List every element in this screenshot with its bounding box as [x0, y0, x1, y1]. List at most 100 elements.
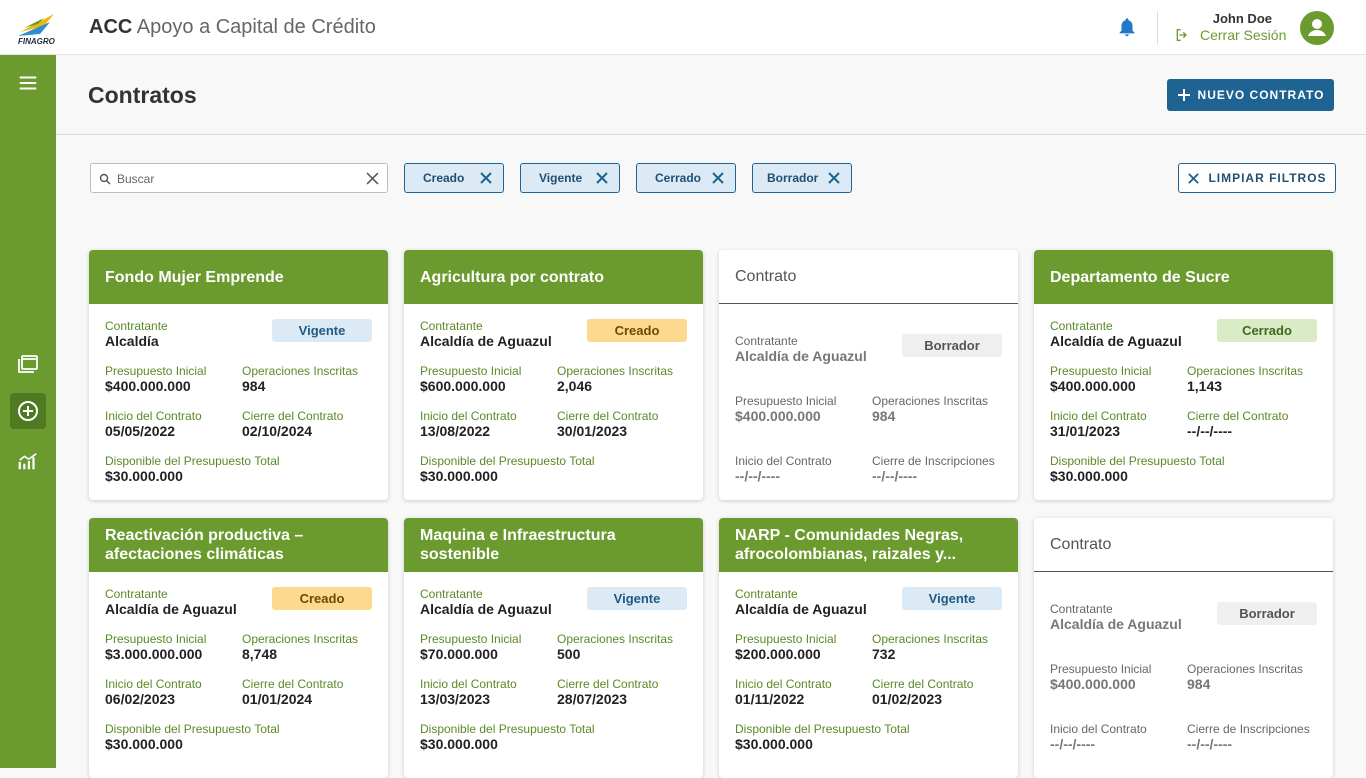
- field-value: 31/01/2023: [1050, 423, 1121, 439]
- disponible-field: Disponible del Presupuesto Total $30.000.…: [1050, 454, 1225, 485]
- avatar[interactable]: [1300, 11, 1334, 45]
- search-input[interactable]: [117, 170, 357, 188]
- card-title: Contrato: [719, 250, 1018, 304]
- presupuesto-field: Presupuesto Inicial $70.000.000: [420, 632, 521, 663]
- field-value: $30.000.000: [105, 736, 183, 752]
- field-label: Inicio del Contrato: [420, 409, 517, 423]
- folders-icon: [18, 355, 38, 373]
- field-value: Alcaldía de Aguazul: [105, 601, 237, 617]
- field-value: $30.000.000: [420, 736, 498, 752]
- clear-search-icon[interactable]: [366, 172, 379, 185]
- card-title: Maquina e Infraestructura sostenible: [404, 518, 703, 572]
- clear-filters-button[interactable]: LIMPIAR FILTROS: [1178, 163, 1336, 193]
- field-value: --/--/----: [872, 468, 918, 484]
- sidebar-item-analytics[interactable]: [10, 443, 46, 479]
- presupuesto-field: Presupuesto Inicial $600.000.000: [420, 364, 521, 395]
- operaciones-field: Operaciones Inscritas 500: [557, 632, 673, 663]
- inicio-field: Inicio del Contrato 31/01/2023: [1050, 409, 1147, 440]
- operaciones-field: Operaciones Inscritas 2,046: [557, 364, 673, 395]
- field-value: $600.000.000: [420, 378, 506, 394]
- card-title: Departamento de Sucre: [1034, 250, 1333, 304]
- close-icon[interactable]: [827, 171, 841, 185]
- field-value: Alcaldía de Aguazul: [735, 601, 867, 617]
- status-badge: Creado: [272, 587, 372, 610]
- presupuesto-field: Presupuesto Inicial $400.000.000: [1050, 662, 1151, 693]
- field-label: Contratante: [420, 319, 483, 333]
- contract-card-draft[interactable]: Contrato Contratante Alcaldía de Aguazul …: [719, 250, 1018, 500]
- contract-card[interactable]: Agricultura por contrato Contratante Alca…: [404, 250, 703, 500]
- contract-card[interactable]: Fondo Mujer Emprende Contratante Alcaldía…: [89, 250, 388, 500]
- field-value: Alcaldía de Aguazul: [1050, 333, 1182, 349]
- field-label: Cierre del Contrato: [872, 677, 974, 691]
- filter-chip-label: Borrador: [767, 171, 819, 185]
- field-label: Operaciones Inscritas: [872, 394, 989, 408]
- sidebar-item-folders[interactable]: [10, 345, 46, 381]
- header-divider: [1157, 11, 1158, 45]
- operaciones-field: Operaciones Inscritas 984: [242, 364, 358, 395]
- disponible-field: Disponible del Presupuesto Total $30.000.…: [420, 454, 595, 485]
- presupuesto-field: Presupuesto Inicial $400.000.000: [735, 394, 836, 425]
- field-label: Disponible del Presupuesto Total: [420, 454, 595, 468]
- field-label: Contratante: [105, 587, 168, 601]
- user-icon: [1308, 19, 1326, 36]
- disponible-field: Disponible del Presupuesto Total $30.000.…: [735, 722, 910, 753]
- app-title: ACC Apoyo a Capital de Crédito: [89, 16, 376, 39]
- close-icon[interactable]: [711, 171, 725, 185]
- field-value: $3.000.000.000: [105, 646, 203, 662]
- field-value: --/--/----: [1187, 423, 1233, 439]
- field-value: 06/02/2023: [105, 691, 176, 707]
- contract-card[interactable]: Reactivación productiva – afectaciones c…: [89, 518, 388, 778]
- app-title-acronym: ACC: [89, 16, 133, 38]
- new-contract-button[interactable]: NUEVO CONTRATO: [1167, 79, 1334, 111]
- field-label: Cierre del Contrato: [242, 677, 344, 691]
- operaciones-field: Operaciones Inscritas 1,143: [1187, 364, 1303, 395]
- contract-card[interactable]: NARP - Comunidades Negras, afrocolombian…: [719, 518, 1018, 778]
- field-label: Presupuesto Inicial: [105, 364, 207, 378]
- field-value: 984: [1187, 676, 1211, 692]
- logout-icon: [1176, 29, 1187, 41]
- field-value: 13/08/2022: [420, 423, 491, 439]
- field-label: Cierre del Contrato: [557, 677, 659, 691]
- field-label: Disponible del Presupuesto Total: [1050, 454, 1225, 468]
- field-value: 28/07/2023: [557, 691, 628, 707]
- close-icon[interactable]: [479, 171, 493, 185]
- logout-link[interactable]: Cerrar Sesión: [1174, 27, 1286, 43]
- field-value: $400.000.000: [105, 378, 191, 394]
- field-label: Operaciones Inscritas: [1187, 364, 1304, 378]
- field-label: Presupuesto Inicial: [420, 364, 522, 378]
- close-icon[interactable]: [595, 171, 609, 185]
- field-value: 01/11/2022: [735, 691, 805, 707]
- field-value: $400.000.000: [735, 408, 821, 424]
- menu-button[interactable]: [10, 65, 46, 101]
- field-value: 02/10/2024: [242, 423, 313, 439]
- field-value: 984: [242, 378, 266, 394]
- contract-card[interactable]: Departamento de Sucre Contratante Alcaldí…: [1034, 250, 1333, 500]
- bell-icon[interactable]: [1116, 16, 1138, 38]
- sidebar-item-new[interactable]: [10, 393, 46, 429]
- contratante-field: Contratante Alcaldía de Aguazul: [105, 587, 237, 618]
- field-label: Cierre de Inscripciones: [872, 454, 995, 468]
- filter-chip-cerrado[interactable]: Cerrado: [636, 163, 736, 193]
- inicio-field: Inicio del Contrato 06/02/2023: [105, 677, 202, 708]
- contratante-field: Contratante Alcaldía: [105, 319, 168, 350]
- inicio-field: Inicio del Contrato 01/11/2022: [735, 677, 832, 708]
- filter-chip-borrador[interactable]: Borrador: [752, 163, 852, 193]
- field-value: $30.000.000: [735, 736, 813, 752]
- field-value: $30.000.000: [1050, 468, 1128, 484]
- filter-chip-creado[interactable]: Creado: [404, 163, 504, 193]
- filter-chip-vigente[interactable]: Vigente: [520, 163, 620, 193]
- contract-card-draft[interactable]: Contrato Contratante Alcaldía de Aguazul …: [1034, 518, 1333, 778]
- inicio-field: Inicio del Contrato --/--/----: [735, 454, 832, 485]
- field-label: Inicio del Contrato: [105, 677, 202, 691]
- field-label: Operaciones Inscritas: [242, 364, 359, 378]
- field-value: $200.000.000: [735, 646, 821, 662]
- card-title: Agricultura por contrato: [404, 250, 703, 304]
- field-label: Inicio del Contrato: [735, 677, 832, 691]
- field-label: Disponible del Presupuesto Total: [420, 722, 595, 736]
- field-value: 984: [872, 408, 896, 424]
- contract-card[interactable]: Maquina e Infraestructura sostenible Con…: [404, 518, 703, 778]
- card-title: Reactivación productiva – afectaciones c…: [89, 518, 388, 572]
- menu-icon: [19, 76, 37, 90]
- cierre-field: Cierre del Contrato 30/01/2023: [557, 409, 658, 440]
- field-value: 500: [557, 646, 581, 662]
